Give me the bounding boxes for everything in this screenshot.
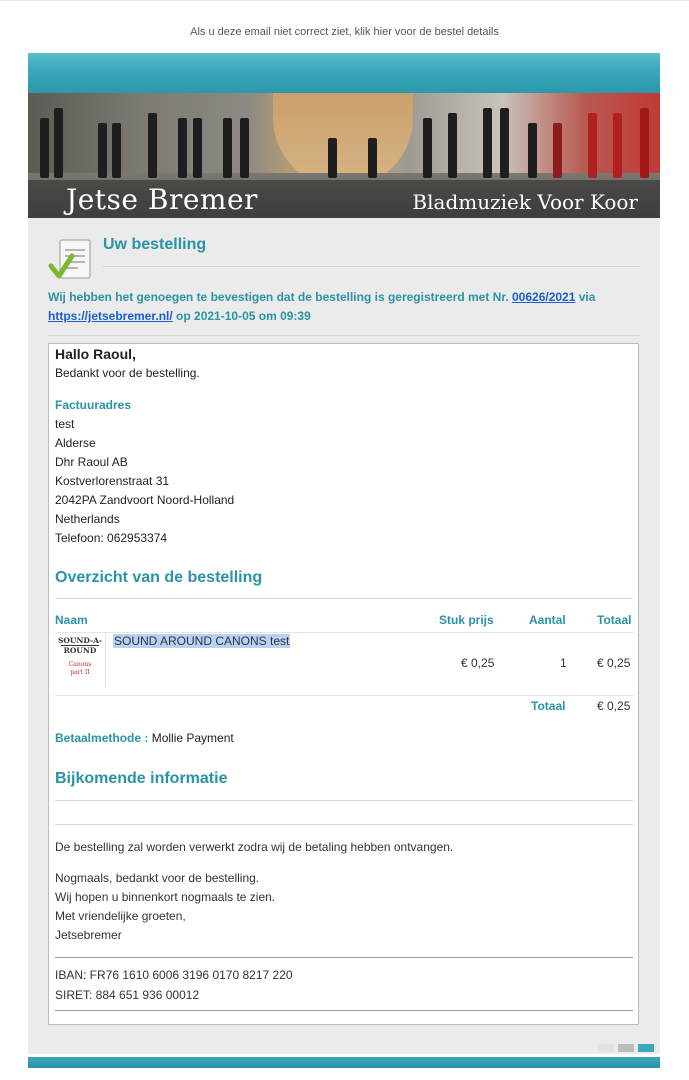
closing-line: Nogmaals, bedankt voor de bestelling.	[55, 871, 260, 885]
order-overview-title: Overzicht van de bestelling	[55, 569, 263, 586]
payment-method: Betaalmethode : Mollie Payment	[55, 731, 234, 745]
thanks-text: Bedankt voor de bestelling.	[55, 366, 200, 380]
view-online-notice: Als u deze email niet correct ziet, klik…	[0, 26, 689, 38]
brand-tagline: Bladmuziek Voor Koor	[412, 190, 638, 214]
product-unit-price: € 0,25	[461, 656, 495, 670]
column-header-quantity: Aantal	[529, 613, 566, 627]
product-name[interactable]: SOUND AROUND CANONS test	[113, 634, 291, 648]
billing-phone: Telefoon: 062953374	[55, 531, 168, 545]
column-header-unit-price: Stuk prijs	[439, 613, 494, 627]
billing-line: Netherlands	[55, 512, 120, 526]
additional-info-divider-2	[55, 824, 633, 825]
siret-text: SIRET: 884 651 936 00012	[55, 988, 200, 1002]
closing-line: Wij hopen u binnenkort nogmaals te zien.	[55, 890, 276, 904]
table-header-divider	[55, 632, 633, 633]
additional-info-title: Bijkomende informatie	[55, 770, 228, 787]
brand-name: Jetse Bremer	[66, 183, 258, 216]
product-thumbnail[interactable]: SOUND-A- ROUND Canons part II	[55, 634, 106, 688]
order-document-check-icon	[48, 239, 91, 279]
confirm-divider	[48, 335, 640, 336]
bank-top-divider	[55, 957, 633, 958]
title-divider	[103, 266, 640, 267]
closing-line: Met vriendelijke groeten,	[55, 909, 186, 923]
decor-block-accent	[638, 1044, 654, 1052]
billing-address-label: Factuuradres	[55, 398, 132, 412]
order-confirmation-text: Wij hebben het genoegen te bevestigen da…	[48, 290, 596, 323]
header-bar	[28, 53, 660, 93]
site-url-link[interactable]: https://jetsebremer.nl/	[48, 309, 173, 323]
decor-block-mid	[618, 1044, 634, 1052]
greeting: Hallo Raoul,	[55, 346, 136, 362]
view-online-link[interactable]: Als u deze email niet correct ziet, klik…	[190, 26, 499, 38]
overview-divider	[55, 598, 633, 599]
billing-line: Dhr Raoul AB	[55, 455, 128, 469]
additional-info-divider	[55, 800, 633, 801]
decor-block-light	[598, 1044, 614, 1052]
signature: Jetsebremer	[55, 928, 122, 942]
email-body-panel: Uw bestelling Wij hebben het genoegen te…	[28, 218, 660, 1054]
header-banner: Jetse Bremer Bladmuziek Voor Koor	[28, 93, 660, 218]
order-total-label: Totaal	[531, 699, 566, 713]
order-total-value: € 0,25	[597, 699, 631, 713]
order-section-title: Uw bestelling	[103, 236, 207, 253]
top-divider	[0, 0, 689, 5]
billing-line: test	[55, 417, 75, 431]
processing-notice: De bestelling zal worden verwerkt zodra …	[55, 840, 454, 854]
bank-bottom-divider	[55, 1010, 633, 1011]
billing-line: 2042PA Zandvoort Noord-Holland	[55, 493, 235, 507]
product-quantity: 1	[560, 656, 567, 670]
iban-text: IBAN: FR76 1610 6006 3196 0170 8217 220	[55, 968, 293, 982]
table-footer-divider	[55, 695, 633, 696]
order-details-card: Hallo Raoul, Bedankt voor de bestelling.…	[48, 343, 639, 1025]
billing-line: Kostverlorenstraat 31	[55, 474, 170, 488]
order-number-link[interactable]: 00626/2021	[512, 290, 575, 304]
product-total: € 0,25	[597, 656, 631, 670]
column-header-total: Totaal	[597, 613, 632, 627]
footer-bar	[28, 1057, 660, 1068]
column-header-name: Naam	[55, 613, 88, 627]
billing-line: Alderse	[55, 436, 96, 450]
